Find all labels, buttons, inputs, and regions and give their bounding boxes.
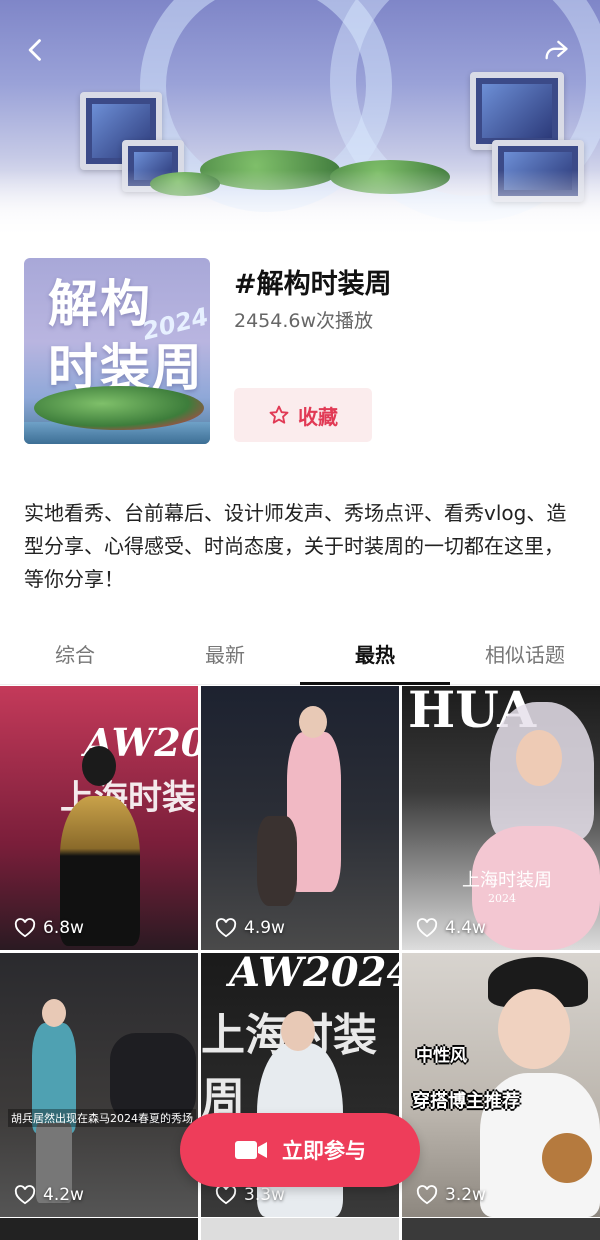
post-caption: 胡兵居然出现在森马2024春夏的秀场 (8, 1109, 196, 1127)
tab-overall[interactable]: 综合 (0, 634, 150, 684)
post-card[interactable]: HUA 上海时装周 2024 4.4w (402, 686, 600, 950)
post-overlay-text: AW2024 (229, 953, 399, 996)
post-overlay-text-2: 上海时装周 (462, 870, 552, 891)
tab-similar-topics[interactable]: 相似话题 (450, 634, 600, 684)
topic-cover-image: 解构 时装周 2024 (24, 258, 210, 444)
like-count: 3.3w (215, 1185, 285, 1205)
post-grid-next-row (0, 1218, 600, 1240)
post-card[interactable]: 胡兵居然出现在森马2024春夏的秀场 4.2w (0, 953, 198, 1217)
favorite-button[interactable]: 收藏 (234, 388, 372, 442)
heart-icon (14, 1185, 36, 1205)
share-arrow-icon (545, 40, 568, 60)
tab-bar: 综合 最新 最热 相似话题 (0, 634, 600, 685)
like-count: 4.4w (416, 918, 486, 938)
topic-title: #解构时装周 (234, 269, 392, 300)
post-tag-2: 穿搭博主推荐 (412, 1091, 520, 1112)
post-card[interactable] (201, 1218, 399, 1240)
heart-icon (416, 1185, 438, 1205)
play-count: 2454.6w次播放 (234, 310, 374, 332)
cover-title-line1: 解构 (48, 275, 152, 333)
post-overlay-text-3: 2024 (488, 892, 516, 905)
post-card[interactable] (0, 1218, 198, 1240)
post-card[interactable] (402, 1218, 600, 1240)
like-count: 3.2w (416, 1185, 486, 1205)
like-count: 6.8w (14, 918, 84, 938)
post-tag: 中性风 (416, 1046, 467, 1066)
join-topic-button[interactable]: 立即参与 (180, 1113, 420, 1187)
heart-icon (215, 1185, 237, 1205)
join-button-label: 立即参与 (282, 1139, 366, 1163)
heart-icon (215, 918, 237, 938)
topic-hero-banner (0, 0, 600, 240)
heart-icon (14, 918, 36, 938)
chevron-left-icon (28, 39, 41, 61)
heart-icon (416, 918, 438, 938)
like-count: 4.9w (215, 918, 285, 938)
tab-hottest[interactable]: 最热 (300, 634, 450, 685)
like-count: 4.2w (14, 1185, 84, 1205)
share-button[interactable] (536, 30, 576, 70)
tab-latest[interactable]: 最新 (150, 634, 300, 684)
post-card[interactable]: 4.9w (201, 686, 399, 950)
topic-description: 实地看秀、台前幕后、设计师发声、秀场点评、看秀vlog、造型分享、心得感受、时尚… (24, 501, 567, 591)
post-card[interactable]: 中性风 穿搭博主推荐 3.2w (402, 953, 600, 1217)
back-button[interactable] (16, 30, 56, 70)
star-icon (269, 405, 289, 424)
video-camera-icon (235, 1141, 267, 1159)
post-card[interactable]: AW2024 上海时装周 6.8w (0, 686, 198, 950)
favorite-label: 收藏 (298, 404, 338, 429)
